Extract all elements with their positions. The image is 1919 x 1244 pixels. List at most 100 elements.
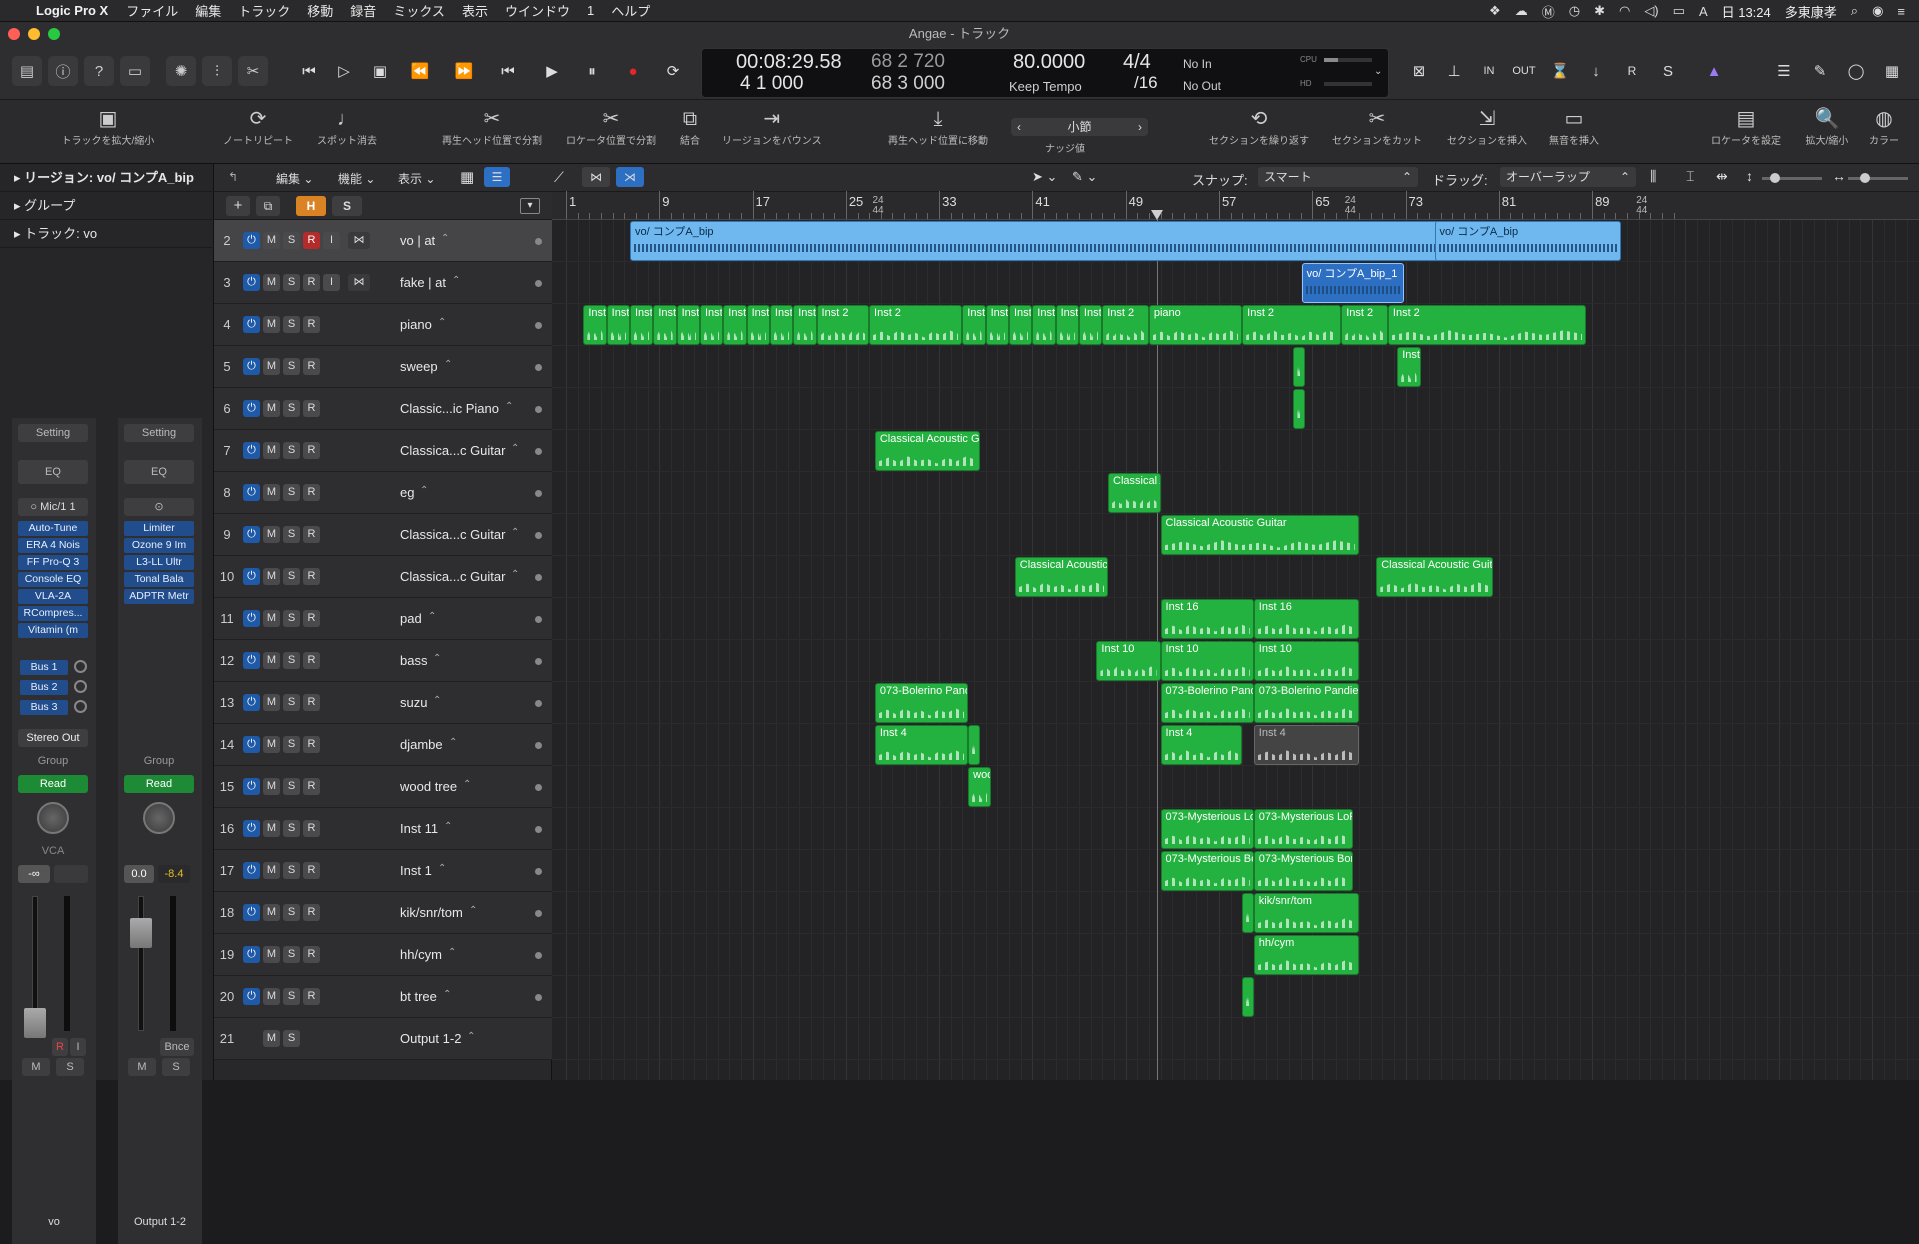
toolbar-button-0[interactable]: ▣トラックを拡大/縮小 bbox=[62, 106, 155, 147]
midi-region[interactable]: Inst bbox=[1009, 305, 1032, 345]
solo-mode-icon[interactable]: S bbox=[1654, 58, 1682, 84]
track-solo-button[interactable]: S bbox=[283, 358, 300, 375]
track-mute-button[interactable]: M bbox=[263, 442, 280, 459]
midi-region[interactable]: Inst bbox=[962, 305, 985, 345]
track-name[interactable]: bass bbox=[400, 653, 427, 668]
track-record-button[interactable]: R bbox=[303, 358, 320, 375]
midi-region[interactable]: Inst 10 bbox=[1161, 641, 1254, 681]
midi-region[interactable]: Inst bbox=[723, 305, 746, 345]
track-name-chevron-icon[interactable]: ⌃ bbox=[452, 275, 460, 286]
track-input-monitor-button[interactable]: I bbox=[323, 232, 340, 249]
go-to-start-icon[interactable]: ⏮ bbox=[494, 58, 522, 84]
track-row[interactable]: 17⏻MSRInst 1⌃ bbox=[214, 850, 552, 892]
toolbar-toggle-icon[interactable]: ▭ bbox=[120, 56, 150, 86]
track-record-button[interactable]: R bbox=[303, 694, 320, 711]
rewind-icon[interactable]: ⏪ bbox=[406, 58, 434, 84]
pause-icon[interactable]: ⏸ bbox=[578, 58, 606, 84]
view-menu[interactable]: 表示 ⌄ bbox=[398, 170, 435, 187]
track-name[interactable]: kik/snr/tom bbox=[400, 905, 463, 920]
flex-icon[interactable]: ⋈ bbox=[582, 167, 610, 187]
wifi-icon[interactable]: ◠ bbox=[1619, 3, 1630, 19]
strip1-mute-button[interactable]: M bbox=[22, 1058, 50, 1076]
toolbar-button-1[interactable]: ⟳ノートリピート bbox=[223, 106, 293, 147]
quick-help-icon[interactable]: ? bbox=[84, 56, 114, 86]
strip1-send-2[interactable]: Bus 2 bbox=[20, 680, 68, 695]
track-name[interactable]: Classica...c Guitar bbox=[400, 569, 505, 584]
track-name-chevron-icon[interactable]: ⌃ bbox=[441, 233, 449, 244]
menu-1[interactable]: 1 bbox=[587, 3, 594, 18]
track-solo-button[interactable]: S bbox=[283, 946, 300, 963]
menu-view[interactable]: 表示 bbox=[462, 1, 488, 20]
midi-region[interactable]: 073-Bolerino Pandier bbox=[875, 683, 968, 723]
menu-navigate[interactable]: 移動 bbox=[307, 1, 333, 20]
track-name[interactable]: eg bbox=[400, 485, 414, 500]
menu-record[interactable]: 録音 bbox=[350, 1, 376, 20]
track-power-icon[interactable]: ⏻ bbox=[243, 400, 260, 417]
strip1-plugin-1[interactable]: Auto-Tune bbox=[18, 521, 88, 536]
tuner-icon[interactable]: ⊥ bbox=[1440, 58, 1468, 84]
control-center-icon[interactable]: ≡ bbox=[1897, 4, 1905, 19]
catch-icon[interactable]: ↰ bbox=[228, 170, 238, 184]
track-row[interactable]: 4⏻MSRpiano⌃ bbox=[214, 304, 552, 346]
track-name-chevron-icon[interactable]: ⌃ bbox=[505, 401, 513, 412]
track-row[interactable]: 10⏻MSRClassica...c Guitar⌃ bbox=[214, 556, 552, 598]
fit-horizontal-icon[interactable]: ⇹ bbox=[1716, 168, 1728, 185]
strip1-plugin-4[interactable]: Console EQ bbox=[18, 572, 88, 587]
metronome-icon[interactable]: ⌛ bbox=[1546, 58, 1574, 84]
track-solo-button[interactable]: S bbox=[283, 1030, 300, 1047]
track-mute-button[interactable]: M bbox=[263, 274, 280, 291]
track-name-chevron-icon[interactable]: ⌃ bbox=[443, 989, 451, 1000]
track-record-button[interactable]: R bbox=[303, 652, 320, 669]
track-row[interactable]: 3⏻MSRI⋈fake | at⌃ bbox=[214, 262, 552, 304]
toolbar-button-7[interactable]: ⤓再生ヘッド位置に移動 bbox=[888, 106, 988, 147]
strip1-group-button[interactable]: Group bbox=[18, 752, 88, 770]
play-selection-icon[interactable]: ▣ bbox=[366, 58, 394, 84]
bar-ruler[interactable]: 1917253341495765738189244424442444 bbox=[552, 192, 1919, 220]
track-mute-button[interactable]: M bbox=[263, 694, 280, 711]
track-solo-button[interactable]: S bbox=[283, 904, 300, 921]
track-record-button[interactable]: R bbox=[303, 484, 320, 501]
midi-region[interactable]: 073-Mysterious LoFi bbox=[1161, 809, 1254, 849]
r-icon[interactable]: R bbox=[1618, 58, 1646, 84]
track-power-icon[interactable]: ⏻ bbox=[243, 694, 260, 711]
track-solo-button[interactable]: S bbox=[283, 316, 300, 333]
automation-curve-icon[interactable]: ⟋ bbox=[554, 169, 564, 186]
close-window-button[interactable] bbox=[8, 28, 20, 40]
track-mute-button[interactable]: M bbox=[263, 1030, 280, 1047]
strip2-mute-button[interactable]: M bbox=[128, 1058, 156, 1076]
nudge-value-control[interactable]: ‹ 小節 › bbox=[1011, 118, 1148, 136]
track-mute-button[interactable]: M bbox=[263, 820, 280, 837]
midi-region[interactable]: Inst bbox=[793, 305, 816, 345]
midi-region[interactable]: Inst 2 bbox=[817, 305, 869, 345]
track-mute-button[interactable]: M bbox=[263, 988, 280, 1005]
midi-region[interactable]: Inst bbox=[1397, 347, 1420, 387]
strip1-fader-handle[interactable] bbox=[24, 1008, 46, 1038]
midi-region[interactable] bbox=[1242, 977, 1254, 1017]
functions-menu[interactable]: 機能 ⌄ bbox=[338, 170, 375, 187]
midi-region[interactable]: piano bbox=[1149, 305, 1242, 345]
play-icon[interactable]: ▶ bbox=[538, 58, 566, 84]
track-name[interactable]: pad bbox=[400, 611, 422, 626]
bluetooth-icon[interactable]: ✱ bbox=[1594, 3, 1605, 19]
track-name[interactable]: Output 1-2 bbox=[400, 1031, 461, 1046]
track-record-button[interactable]: R bbox=[303, 736, 320, 753]
input-method-icon[interactable]: A bbox=[1699, 4, 1708, 19]
midi-region[interactable]: Inst 10 bbox=[1096, 641, 1160, 681]
midi-region[interactable]: 073-Mysterious LoFi D bbox=[1254, 809, 1353, 849]
track-row[interactable]: 20⏻MSRbt tree⌃ bbox=[214, 976, 552, 1018]
track-record-button[interactable]: R bbox=[303, 778, 320, 795]
track-mute-button[interactable]: M bbox=[263, 904, 280, 921]
toolbar-button-11[interactable]: ⇲セクションを挿入 bbox=[1447, 106, 1527, 147]
send-1-knob[interactable] bbox=[74, 660, 87, 673]
track-mute-button[interactable]: M bbox=[263, 400, 280, 417]
arrange-area[interactable]: ⟋ ⋈ ⋊ ➤ ⌄ ✎ ⌄ スナップ: スマート⌃ ドラッグ: オーバーラップ⌃… bbox=[552, 164, 1919, 1080]
track-row[interactable]: 13⏻MSRsuzu⌃ bbox=[214, 682, 552, 724]
lcd-tempo[interactable]: 80.0000 bbox=[1013, 51, 1085, 74]
track-name-chevron-icon[interactable]: ⌃ bbox=[433, 653, 441, 664]
strip1-record-button[interactable]: R bbox=[52, 1038, 68, 1056]
track-power-icon[interactable]: ⏻ bbox=[243, 484, 260, 501]
track-solo-button[interactable]: S bbox=[283, 694, 300, 711]
midi-region[interactable]: Inst 10 bbox=[1254, 641, 1359, 681]
track-name-chevron-icon[interactable]: ⌃ bbox=[438, 317, 446, 328]
track-power-icon[interactable]: ⏻ bbox=[243, 904, 260, 921]
